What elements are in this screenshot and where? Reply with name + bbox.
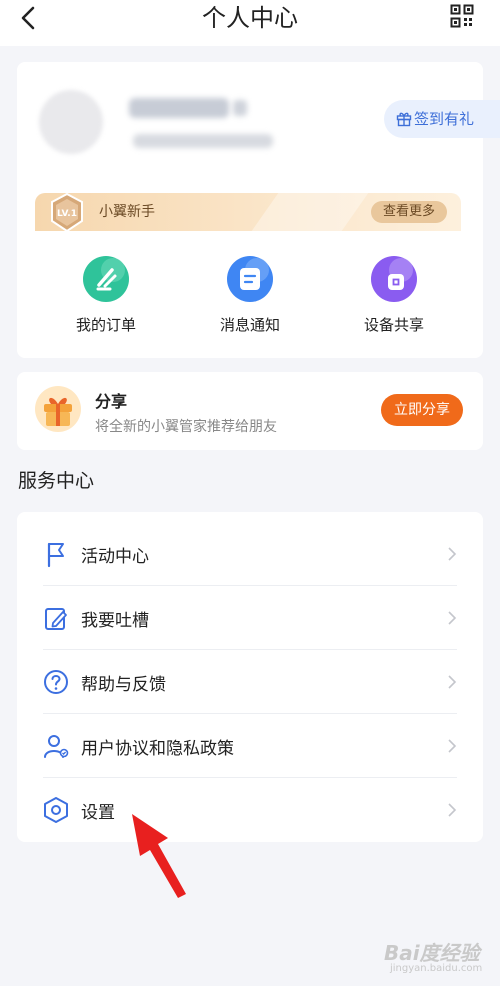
chevron-right-icon xyxy=(448,803,457,817)
red-arrow-annotation xyxy=(132,814,186,898)
user-id-blurred xyxy=(133,134,273,148)
gift-box-icon xyxy=(35,386,81,432)
chevron-right-icon xyxy=(448,739,457,753)
share-card: 分享 将全新的小翼管家推荐给朋友 立即分享 xyxy=(17,372,483,450)
edit-icon xyxy=(45,608,67,630)
menu-item-label: 活动中心 xyxy=(81,547,149,567)
shortcut-my-orders[interactable]: 我的订单 xyxy=(41,256,171,335)
menu-item-label: 我要吐槽 xyxy=(81,611,149,631)
checkin-label: 签到有礼 xyxy=(414,110,475,128)
menu-item-label: 设置 xyxy=(81,803,115,823)
user-policy-icon xyxy=(44,735,69,758)
page-title: 个人中心 xyxy=(202,4,298,32)
view-more-button[interactable]: 查看更多 xyxy=(370,201,447,223)
watermark-logo: Bai度经验 xyxy=(384,941,480,965)
section-title: 服务中心 xyxy=(18,470,95,492)
service-menu: 活动中心 我要吐槽 帮助与反馈 用户协议和隐私政策 设置 xyxy=(17,512,483,842)
order-icon xyxy=(83,256,129,302)
avatar[interactable] xyxy=(39,90,103,154)
level-bar-decoration xyxy=(251,193,369,231)
user-name-blurred xyxy=(129,98,229,118)
level-badge-icon: LV.1 xyxy=(51,193,83,231)
level-bar[interactable]: LV.1 小翼新手 查看更多 xyxy=(35,193,461,231)
level-badge-text: LV.1 xyxy=(57,209,77,219)
menu-item-activity-center[interactable]: 活动中心 xyxy=(17,522,483,586)
chevron-right-icon xyxy=(448,547,457,561)
menu-item-label: 用户协议和隐私政策 xyxy=(81,739,234,759)
qr-code-icon[interactable] xyxy=(450,4,474,28)
chevron-right-icon xyxy=(448,611,457,625)
shortcut-label: 设备共享 xyxy=(363,316,424,334)
gift-icon xyxy=(396,112,412,127)
shortcut-label: 我的订单 xyxy=(75,316,136,334)
checkin-button[interactable]: 签到有礼 xyxy=(384,100,500,138)
chevron-right-icon xyxy=(448,675,457,689)
menu-item-label: 帮助与反馈 xyxy=(81,675,166,695)
shortcut-messages[interactable]: 消息通知 xyxy=(185,256,315,335)
menu-item-settings[interactable]: 设置 xyxy=(17,778,483,842)
profile-card: 签到有礼 LV.1 小翼新手 查看更多 我的订单 消息通知 设备共享 xyxy=(17,62,500,358)
level-name: 小翼新手 xyxy=(99,204,155,220)
edit-name-blurred xyxy=(233,100,247,116)
settings-icon xyxy=(44,797,68,823)
shortcut-label: 消息通知 xyxy=(219,316,280,334)
menu-item-user-agreement[interactable]: 用户协议和隐私政策 xyxy=(17,714,483,778)
menu-item-feedback-complaint[interactable]: 我要吐槽 xyxy=(17,586,483,650)
watermark-url: jingyan.baidu.com xyxy=(390,963,483,974)
top-bar: 个人中心 xyxy=(0,0,500,46)
share-title: 分享 xyxy=(95,392,128,411)
menu-item-help-feedback[interactable]: 帮助与反馈 xyxy=(17,650,483,714)
baidu-jingyan-watermark: Bai度经验 jingyan.baidu.com xyxy=(384,935,496,979)
device-share-icon xyxy=(371,256,417,302)
share-subtitle: 将全新的小翼管家推荐给朋友 xyxy=(95,419,277,435)
help-icon xyxy=(44,670,68,694)
share-now-button[interactable]: 立即分享 xyxy=(381,394,463,426)
shortcut-device-share[interactable]: 设备共享 xyxy=(329,256,459,335)
flag-icon xyxy=(47,542,64,568)
message-icon xyxy=(227,256,273,302)
